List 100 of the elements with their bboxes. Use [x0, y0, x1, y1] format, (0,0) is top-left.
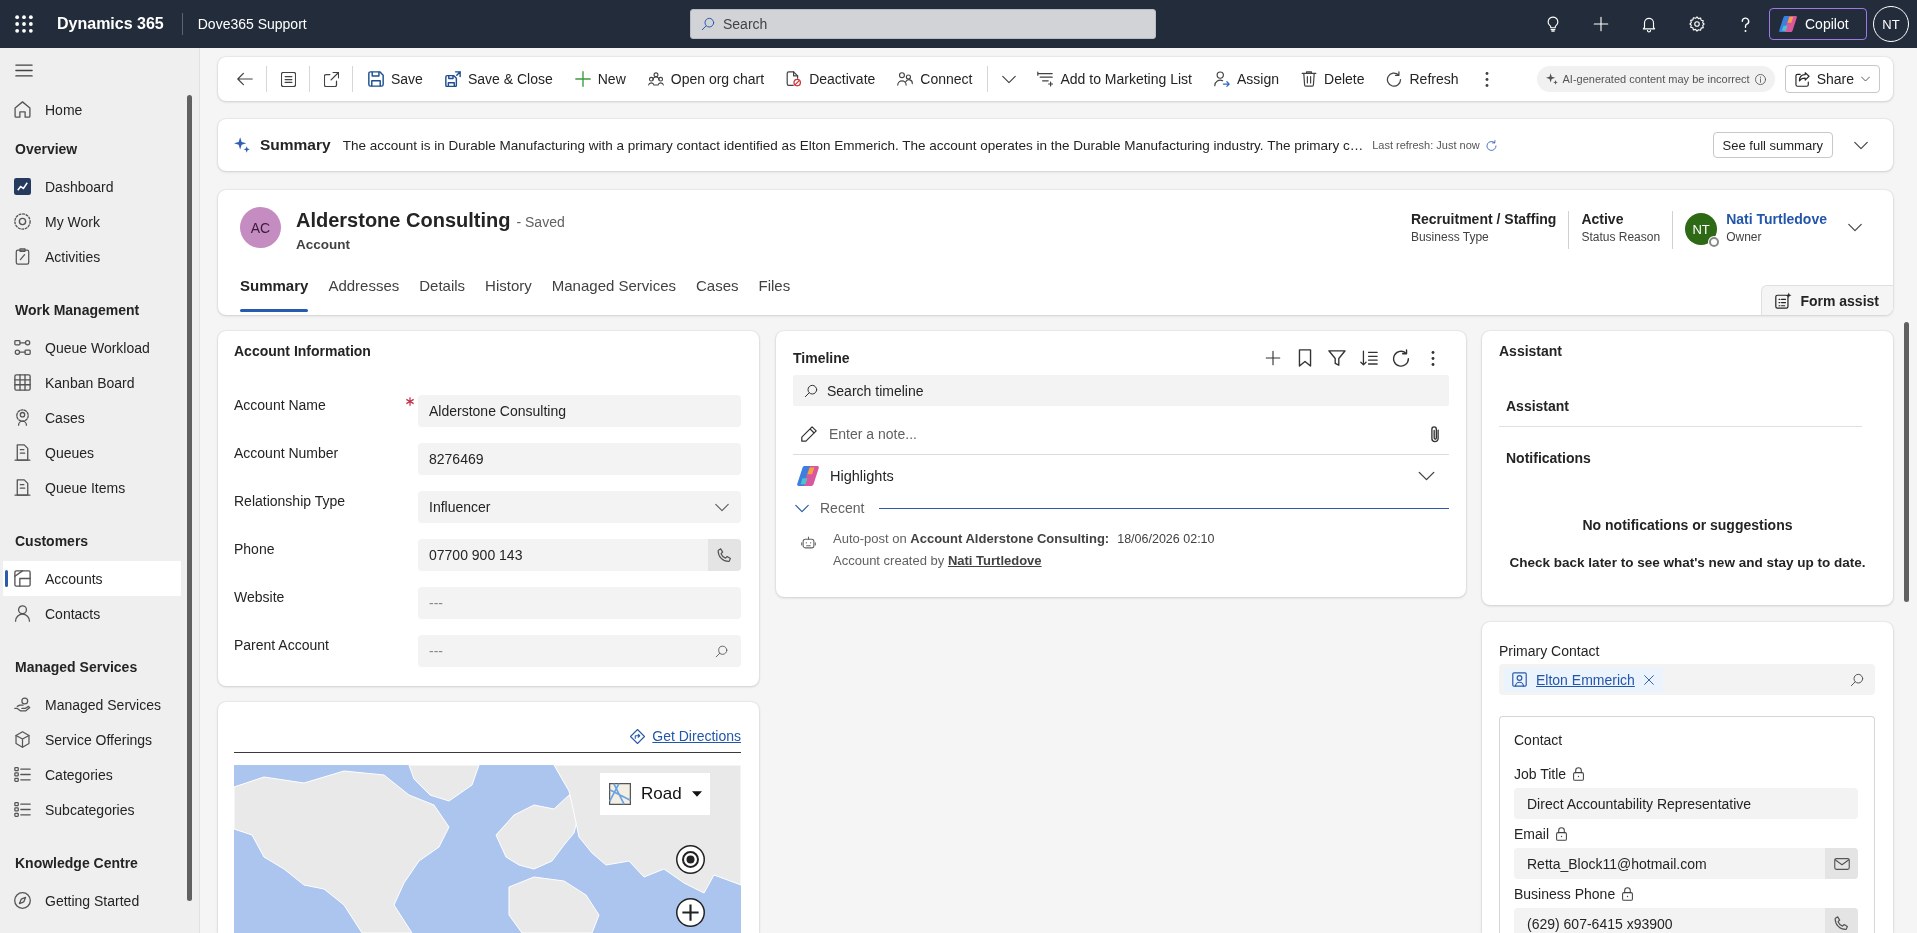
see-full-summary-button[interactable]: See full summary — [1712, 132, 1833, 158]
info-icon[interactable] — [1754, 73, 1766, 85]
form-assist-button[interactable]: Form assist — [1761, 285, 1893, 315]
sidebar-item[interactable]: Accounts — [3, 561, 181, 596]
copilot-button[interactable]: Copilot — [1769, 8, 1867, 40]
cog-person-icon — [14, 409, 31, 426]
call-button[interactable] — [1825, 908, 1858, 933]
section-title: Timeline — [793, 349, 850, 368]
get-directions-link[interactable]: Get Directions — [652, 728, 741, 744]
tab[interactable]: Cases — [696, 268, 739, 312]
sidebar-item[interactable]: Dashboard — [3, 169, 181, 204]
sidebar-item[interactable]: Getting Started — [3, 883, 181, 918]
sidebar-item[interactable]: Activities — [3, 239, 181, 274]
share-icon — [1794, 71, 1810, 87]
presence-icon — [1709, 237, 1720, 247]
dropdown-field[interactable]: Influencer — [418, 491, 741, 523]
tab[interactable]: Managed Services — [551, 268, 676, 312]
sidebar-item[interactable]: Kanban Board — [3, 365, 181, 400]
sidebar-item[interactable]: Service Offerings — [3, 722, 181, 757]
tab[interactable]: Addresses — [328, 268, 400, 312]
phone-field[interactable]: (629) 607-6415 x93900 — [1514, 908, 1858, 933]
lookup-field[interactable]: Elton Emmerich — [1499, 664, 1875, 695]
sidebar-item[interactable]: Queue Items — [3, 470, 181, 505]
input-field[interactable]: 8276469 — [418, 443, 741, 475]
deactivate-button[interactable]: Deactivate — [775, 63, 887, 95]
sidebar-item[interactable]: Queues — [3, 435, 181, 470]
directions-icon — [630, 729, 646, 744]
delete-icon — [1301, 71, 1317, 87]
sidebar-section-heading: Managed Services — [14, 658, 139, 677]
sidebar-item[interactable]: Categories — [3, 757, 181, 792]
sidebar-item[interactable]: Managed Services — [3, 687, 181, 722]
sidebar-item[interactable]: Queue Workload — [3, 330, 181, 365]
list-add-icon — [1037, 71, 1054, 87]
contact-link[interactable]: Elton Emmerich — [1536, 671, 1635, 688]
sidebar-item[interactable]: Contacts — [3, 596, 181, 631]
highlights-toggle[interactable]: Highlights — [793, 455, 1449, 497]
record-title: Alderstone Consulting — [296, 209, 511, 232]
author-link[interactable]: Nati Turtledove — [947, 553, 1042, 568]
save-and-close-button[interactable]: Save & Close — [433, 63, 564, 95]
filter-icon — [1328, 349, 1346, 367]
call-button[interactable] — [708, 539, 741, 571]
new-button[interactable]: New — [563, 63, 637, 95]
search-icon[interactable] — [1849, 671, 1865, 688]
save-button[interactable]: Save — [357, 63, 434, 95]
recent-toggle[interactable]: Recent — [793, 500, 865, 516]
form-sparkle-icon — [1775, 292, 1793, 309]
summary-text: The account is in Durable Manufacturing with a primary contact identified as Elton Emmerich. The account operates in the Durable Manufacturing industry. The primary c… — [342, 137, 1364, 153]
email-field[interactable]: Retta_Block11@hotmail.com — [1514, 848, 1858, 879]
input-field[interactable]: Direct Accountability Representative — [1514, 788, 1858, 819]
chevron-down-icon — [1854, 140, 1868, 150]
people-group-icon — [647, 71, 664, 87]
search-field[interactable]: Search timeline — [793, 375, 1449, 406]
contact-tag[interactable]: Elton Emmerich — [1504, 667, 1663, 692]
flowchart-icon — [14, 339, 31, 356]
sidebar-item[interactable]: Cases — [3, 400, 181, 435]
sidebar-scrollbar[interactable] — [187, 95, 192, 901]
dotted-circle-icon — [14, 213, 31, 230]
compass-icon — [14, 892, 31, 909]
input-field[interactable]: Alderstone Consulting — [418, 395, 741, 427]
phone-field[interactable]: 07700 900 143 — [418, 539, 741, 571]
app-context-name[interactable]: Dove365 Support — [197, 16, 307, 32]
tab[interactable]: Details — [419, 268, 466, 312]
page-scrollbar[interactable] — [1904, 322, 1909, 602]
sidebar-item[interactable]: My Work — [3, 204, 181, 239]
target-icon[interactable] — [676, 845, 705, 874]
save-status: - Saved — [516, 214, 565, 230]
owner-link[interactable]: Nati Turtledove — [1726, 211, 1827, 227]
share-button[interactable]: Share — [1784, 65, 1880, 93]
tab[interactable]: History — [485, 268, 532, 312]
sidebar-section-heading: Overview — [14, 140, 79, 159]
person-icon — [14, 605, 31, 622]
map-style-dropdown[interactable]: Road — [600, 773, 710, 815]
multicolor-logo-icon — [797, 466, 819, 486]
list-icon — [14, 766, 31, 783]
ai-notice-text: AI-generated content may be incorrect — [1562, 73, 1750, 85]
tab[interactable]: Summary — [240, 268, 309, 312]
field-label: Phone — [234, 540, 276, 557]
search-icon[interactable] — [714, 643, 729, 659]
document-list-icon — [280, 71, 296, 87]
refresh-icon — [1392, 349, 1410, 367]
app-name[interactable]: Dynamics 365 — [57, 15, 164, 33]
assign-button[interactable]: Assign — [1203, 63, 1290, 95]
send-email-button[interactable] — [1825, 848, 1858, 879]
plus-icon — [1264, 349, 1282, 367]
refresh-button[interactable]: Refresh — [1375, 63, 1470, 95]
note-field[interactable]: Enter a note... — [793, 414, 1449, 455]
add-to-list-button[interactable]: Add to Marketing List — [1026, 63, 1203, 95]
tab[interactable]: Files — [758, 268, 791, 312]
sidebar-item[interactable]: Home — [3, 92, 181, 127]
search-field[interactable]: Search — [690, 9, 1156, 39]
paperclip-icon[interactable] — [1431, 425, 1439, 443]
back-arrow-icon — [237, 71, 253, 87]
refresh-icon[interactable] — [1485, 139, 1497, 151]
sidebar-item[interactable]: Subcategories — [3, 792, 181, 827]
org-chart-button[interactable]: Open org chart — [636, 63, 776, 95]
zoom-in-icon[interactable] — [676, 898, 705, 927]
close-icon[interactable] — [1643, 674, 1654, 685]
delete-button[interactable]: Delete — [1290, 63, 1376, 95]
sparkle-icon — [1545, 73, 1558, 85]
connect-button[interactable]: Connect — [886, 63, 984, 95]
